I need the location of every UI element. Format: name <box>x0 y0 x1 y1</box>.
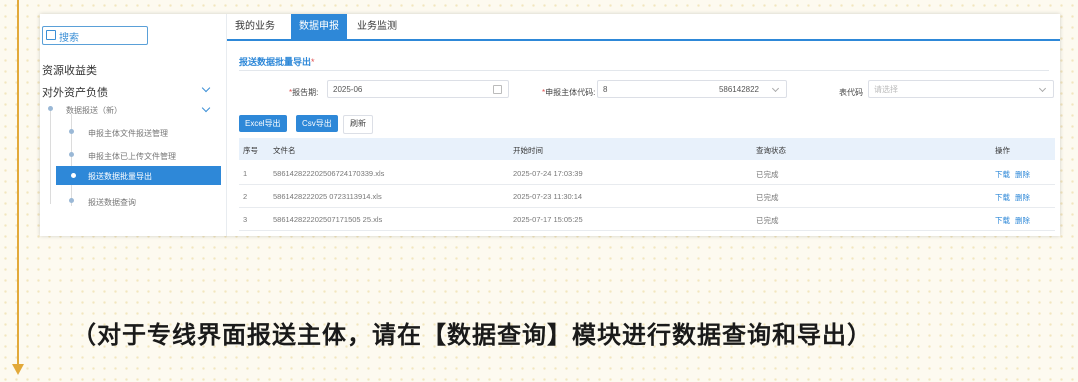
table-row: 3 586142822202507171505 25.xls 2025-07-1… <box>239 207 1055 231</box>
delete-link[interactable]: 删除 <box>1015 169 1030 180</box>
entity-code-label: *申报主体代码: <box>542 88 596 97</box>
timeline-arrow-icon <box>12 364 24 375</box>
tab-data-declaration[interactable]: 数据申报 <box>291 14 347 39</box>
table-code-label: 表代码 <box>839 88 863 97</box>
download-link[interactable]: 下载 <box>995 169 1010 180</box>
column-header: 文件名 <box>273 146 296 155</box>
sidebar: 搜索 资源收益类 对外资产负债 数据报送（新） 申报主体文件报送管理 申报主体已… <box>40 14 227 236</box>
download-link[interactable]: 下载 <box>995 215 1010 226</box>
cell-index: 3 <box>243 215 248 224</box>
tree-line <box>71 114 72 206</box>
sidebar-group-data-submission[interactable]: 数据报送（新） <box>66 105 122 116</box>
section-title-text: 报送数据批量导出 <box>239 57 312 67</box>
main-panel: 我的业务 数据申报 业务监测 报送数据批量导出* *报告期: 2025-06 *… <box>227 14 1060 236</box>
sidebar-item-batch-export[interactable]: 报送数据批量导出 <box>56 166 221 185</box>
period-field[interactable]: 2025-06 <box>327 80 509 98</box>
tree-dot-icon <box>69 198 74 203</box>
search-icon <box>46 30 56 40</box>
section-title: 报送数据批量导出* <box>239 55 315 68</box>
delete-link[interactable]: 删除 <box>1015 215 1030 226</box>
column-header: 开始时间 <box>513 146 543 155</box>
delete-link[interactable]: 删除 <box>1015 192 1030 203</box>
caption-text: （对于专线界面报送主体，请在【数据查询】模块进行数据查询和导出） <box>72 322 872 349</box>
sidebar-item-resource-income[interactable]: 资源收益类 <box>42 62 97 78</box>
cell-index: 2 <box>243 192 248 201</box>
cell-index: 1 <box>243 169 248 178</box>
chevron-down-icon[interactable] <box>201 83 211 93</box>
sidebar-item-data-query[interactable]: 报送数据查询 <box>88 197 136 208</box>
table-header: 序号 文件名 开始时间 查询状态 操作 <box>239 138 1055 160</box>
cell-status: 已完成 <box>756 193 779 202</box>
app-screenshot: 搜索 资源收益类 对外资产负债 数据报送（新） 申报主体文件报送管理 申报主体已… <box>40 14 1060 236</box>
sidebar-item-external-assets[interactable]: 对外资产负债 <box>42 84 108 100</box>
chevron-down-icon <box>1038 84 1047 93</box>
section-title-star: * <box>311 57 315 67</box>
cell-status: 已完成 <box>756 216 779 225</box>
tab-business-monitoring[interactable]: 业务监测 <box>349 14 405 39</box>
column-header: 查询状态 <box>756 146 786 155</box>
search-label: 搜索 <box>59 33 79 44</box>
chevron-down-icon <box>771 84 780 93</box>
table-row: 2 5861428222025 0723113914.xls 2025-07-2… <box>239 184 1055 208</box>
cell-filename: 586142822202507171505 25.xls <box>273 215 383 224</box>
table-row: 1 586142822202506724170339.xls 2025-07-2… <box>239 161 1055 185</box>
tree-dot-icon <box>48 106 53 111</box>
column-header: 操作 <box>995 146 1010 155</box>
entity-code-field[interactable]: 8 586142822 <box>597 80 787 98</box>
search-input[interactable]: 搜索 <box>42 26 148 45</box>
tree-dot-icon <box>69 152 74 157</box>
tree-dot-icon <box>71 173 76 178</box>
calendar-icon <box>493 85 502 94</box>
column-header: 序号 <box>243 146 258 155</box>
sidebar-item-uploaded-files[interactable]: 申报主体已上传文件管理 <box>88 151 176 162</box>
tab-my-business[interactable]: 我的业务 <box>227 14 283 39</box>
period-label: *报告期: <box>289 88 319 97</box>
timeline-line <box>17 0 19 366</box>
sidebar-item-file-submission[interactable]: 申报主体文件报送管理 <box>88 128 168 139</box>
excel-export-button[interactable]: Excel导出 <box>239 115 287 132</box>
cell-status: 已完成 <box>756 170 779 179</box>
table-code-select[interactable]: 请选择 <box>868 80 1054 98</box>
cell-start-time: 2025-07-23 11:30:14 <box>513 192 583 201</box>
tree-dot-icon <box>69 129 74 134</box>
tab-bar: 我的业务 数据申报 业务监测 <box>227 14 1060 41</box>
cell-start-time: 2025-07-17 15:05:25 <box>513 215 583 224</box>
sidebar-item-label: 报送数据批量导出 <box>88 172 152 181</box>
refresh-button[interactable]: 刷新 <box>343 115 373 134</box>
divider <box>239 70 1049 71</box>
chevron-down-icon[interactable] <box>201 103 211 113</box>
cell-filename: 586142822202506724170339.xls <box>273 169 385 178</box>
csv-export-button[interactable]: Csv导出 <box>296 115 338 132</box>
cell-start-time: 2025-07-24 17:03:39 <box>513 169 583 178</box>
cell-filename: 5861428222025 0723113914.xls <box>273 192 382 201</box>
tree-line <box>50 108 51 204</box>
download-link[interactable]: 下载 <box>995 192 1010 203</box>
